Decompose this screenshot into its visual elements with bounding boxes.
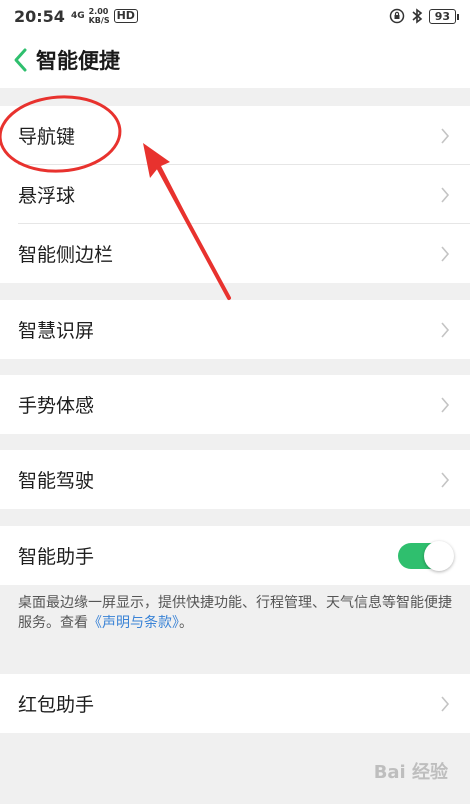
settings-group-2: 智慧识屏: [0, 300, 470, 359]
assistant-description: 桌面最边缘一屏显示，提供快捷功能、行程管理、天气信息等智能便捷服务。查看《声明与…: [0, 585, 470, 641]
signal-indicator: 4G: [70, 10, 85, 21]
chevron-right-icon: [440, 244, 452, 264]
list-item-smart-driving[interactable]: 智能驾驶: [0, 450, 470, 509]
smart-sidebar-label: 智能侧边栏: [18, 244, 114, 266]
smart-screen-label: 智慧识屏: [18, 320, 95, 342]
lock-rotation-icon: [389, 8, 404, 24]
battery-indicator: 93: [428, 8, 460, 24]
watermark: Bai 经验: [373, 762, 448, 783]
chevron-right-icon: [440, 185, 452, 205]
red-packet-label: 红包助手: [18, 694, 95, 716]
network-speed-unit: KB/S: [88, 16, 110, 25]
settings-group-1: 导航键 悬浮球 智能侧边栏: [0, 106, 470, 283]
hd-indicator: HD: [113, 9, 138, 23]
terms-link[interactable]: 《声明与条款》: [88, 615, 179, 631]
settings-group-3: 手势体感: [0, 375, 470, 434]
list-item-smart-assistant: 智能助手: [0, 526, 470, 585]
smart-assistant-label: 智能助手: [18, 546, 95, 568]
network-speed-value: 2.00: [88, 7, 109, 16]
header: 智能便捷: [0, 32, 470, 88]
settings-group-6: 红包助手: [0, 674, 470, 733]
status-right: 93: [389, 8, 460, 24]
gesture-label: 手势体感: [18, 395, 95, 417]
chevron-right-icon: [440, 694, 452, 714]
list-item-smart-sidebar[interactable]: 智能侧边栏: [0, 224, 470, 283]
status-bar: 20:54 4G 2.00 KB/S HD 93: [0, 0, 470, 32]
chevron-right-icon: [440, 395, 452, 415]
description-suffix: 。: [179, 615, 193, 631]
settings-group-5: 智能助手: [0, 526, 470, 585]
clock: 20:54: [14, 6, 65, 26]
chevron-right-icon: [440, 470, 452, 490]
list-item-gesture[interactable]: 手势体感: [0, 375, 470, 434]
list-item-float-ball[interactable]: 悬浮球: [0, 165, 470, 224]
list-item-nav-keys[interactable]: 导航键: [0, 106, 470, 165]
back-button[interactable]: [12, 45, 32, 75]
float-ball-label: 悬浮球: [18, 185, 76, 207]
description-text: 桌面最边缘一屏显示，提供快捷功能、行程管理、天气信息等智能便捷服务。查看: [18, 595, 452, 631]
smart-assistant-toggle[interactable]: [398, 540, 454, 571]
bluetooth-icon: [412, 8, 422, 24]
chevron-right-icon: [440, 320, 452, 340]
list-item-smart-screen[interactable]: 智慧识屏: [0, 300, 470, 359]
toggle-knob: [424, 540, 454, 571]
network-speed: 2.00 KB/S: [89, 7, 110, 25]
settings-group-4: 智能驾驶: [0, 450, 470, 509]
page-title: 智能便捷: [36, 49, 120, 73]
back-arrow-icon: [14, 48, 27, 72]
nav-keys-label: 导航键: [18, 126, 76, 148]
chevron-right-icon: [440, 126, 452, 146]
list-item-red-packet[interactable]: 红包助手: [0, 674, 470, 733]
smart-driving-label: 智能驾驶: [18, 470, 95, 492]
